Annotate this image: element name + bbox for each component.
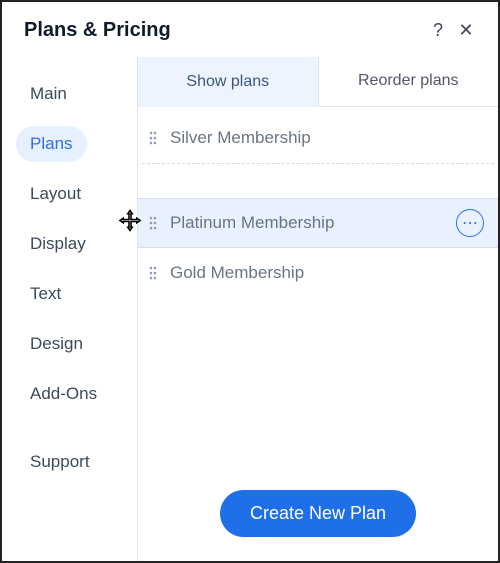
tab-bar: Show plans Reorder plans [138, 56, 498, 107]
drag-handle-icon[interactable] [146, 216, 160, 230]
sidebar-item-label: Support [30, 452, 90, 471]
ellipsis-icon: ⋯ [462, 213, 478, 233]
panel-header: Plans & Pricing ? ✕ [2, 2, 498, 56]
sidebar-item-label: Main [30, 84, 67, 103]
sidebar-item-design[interactable]: Design [16, 326, 97, 362]
footer: Create New Plan [138, 472, 498, 561]
plan-row[interactable]: Gold Membership [138, 248, 498, 298]
cta-label: Create New Plan [250, 503, 386, 523]
tab-label: Show plans [186, 73, 269, 90]
sidebar-item-display[interactable]: Display [16, 226, 100, 262]
panel-body: Main Plans Layout Display Text Design Ad… [2, 56, 498, 561]
drag-handle-icon[interactable] [146, 131, 160, 145]
tab-reorder-plans[interactable]: Reorder plans [318, 56, 499, 106]
sidebar-item-layout[interactable]: Layout [16, 176, 95, 212]
sidebar: Main Plans Layout Display Text Design Ad… [2, 56, 137, 561]
drag-handle-icon[interactable] [146, 266, 160, 280]
content-area: Show plans Reorder plans Silver Membersh… [137, 56, 498, 561]
sidebar-item-addons[interactable]: Add-Ons [16, 376, 111, 412]
sidebar-item-label: Text [30, 284, 61, 303]
move-cursor-icon [118, 209, 142, 238]
plan-label: Platinum Membership [170, 213, 456, 233]
create-new-plan-button[interactable]: Create New Plan [220, 490, 416, 537]
plan-label: Silver Membership [170, 128, 484, 148]
tab-show-plans[interactable]: Show plans [138, 57, 318, 107]
plan-row[interactable]: Silver Membership [138, 113, 498, 163]
sidebar-item-label: Plans [30, 134, 73, 153]
settings-panel: Plans & Pricing ? ✕ Main Plans Layout Di… [0, 0, 500, 563]
plan-row[interactable]: Platinum Membership ⋯ [138, 198, 498, 248]
more-actions-button[interactable]: ⋯ [456, 209, 484, 237]
sidebar-item-label: Design [30, 334, 83, 353]
plan-label: Gold Membership [170, 263, 484, 283]
help-icon[interactable]: ? [424, 16, 452, 44]
sidebar-item-plans[interactable]: Plans [16, 126, 87, 162]
sidebar-item-label: Add-Ons [30, 384, 97, 403]
sidebar-item-text[interactable]: Text [16, 276, 75, 312]
sidebar-item-main[interactable]: Main [16, 76, 81, 112]
drop-gap [138, 164, 498, 198]
panel-title: Plans & Pricing [24, 19, 424, 42]
sidebar-item-label: Layout [30, 184, 81, 203]
plan-list: Silver Membership Plat [138, 107, 498, 472]
sidebar-item-label: Display [30, 234, 86, 253]
tab-label: Reorder plans [358, 72, 459, 89]
close-icon[interactable]: ✕ [452, 16, 480, 44]
sidebar-item-support[interactable]: Support [16, 444, 104, 480]
sidebar-divider [16, 426, 137, 444]
